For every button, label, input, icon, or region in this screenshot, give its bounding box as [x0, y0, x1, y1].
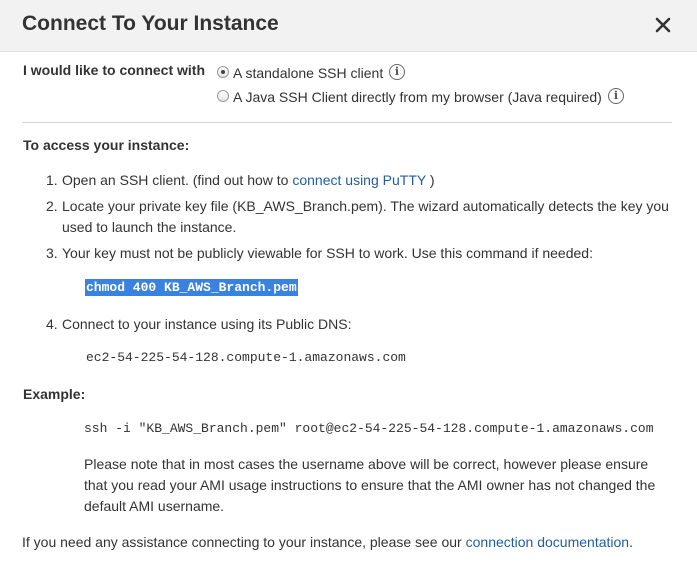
- info-icon[interactable]: i: [389, 64, 405, 80]
- step-number: 4.: [46, 316, 58, 332]
- step-2-line: Locate your private key file (KB_AWS_Bra…: [62, 198, 669, 214]
- note-line: that you read your AMI usage instruction…: [84, 477, 656, 493]
- note-line: Please note that in most cases the usern…: [84, 456, 649, 472]
- info-icon[interactable]: i: [608, 88, 624, 104]
- footer-text: If you need any assistance connecting to…: [22, 534, 462, 550]
- example-note: Please note that in most cases the usern…: [84, 454, 655, 517]
- footer-help: If you need any assistance connecting to…: [22, 534, 633, 550]
- note-line: default AMI username.: [84, 498, 225, 514]
- example-command[interactable]: ssh -i "KB_AWS_Branch.pem" root@ec2-54-2…: [84, 421, 654, 436]
- chmod-command-text[interactable]: chmod 400 KB_AWS_Branch.pem: [85, 279, 298, 296]
- radio-java-ssh[interactable]: [217, 90, 229, 102]
- step-number: 3.: [46, 245, 58, 261]
- close-icon[interactable]: [652, 14, 674, 36]
- step-1: Open an SSH client. (find out how to con…: [62, 172, 435, 188]
- step-2-line: used to launch the instance.: [62, 219, 237, 235]
- step-1-suffix: ): [429, 172, 435, 188]
- step-2: Locate your private key file (KB_AWS_Bra…: [62, 196, 669, 238]
- step-3-text: Your key must not be publicly viewable f…: [62, 245, 593, 261]
- option-standalone-ssh-label[interactable]: A standalone SSH client: [233, 65, 383, 81]
- connect-with-label: I would like to connect with: [23, 62, 206, 78]
- step-1-text: Open an SSH client. (find out how to: [62, 172, 289, 188]
- footer-suffix: .: [629, 534, 633, 550]
- option-java-ssh-label[interactable]: A Java SSH Client directly from my brows…: [233, 89, 602, 105]
- divider: [22, 122, 672, 123]
- dialog-title: Connect To Your Instance: [22, 12, 279, 35]
- step-number: 1.: [46, 172, 58, 188]
- radio-standalone-ssh[interactable]: [217, 66, 229, 78]
- chmod-command[interactable]: chmod 400 KB_AWS_Branch.pem: [85, 279, 298, 296]
- dialog-header: Connect To Your Instance: [0, 0, 697, 52]
- connection-documentation-link[interactable]: connection documentation: [466, 534, 629, 550]
- example-heading: Example:: [23, 386, 86, 402]
- access-heading: To access your instance:: [23, 137, 190, 153]
- step-number: 2.: [46, 198, 58, 214]
- putty-link[interactable]: connect using PuTTY: [292, 172, 426, 188]
- public-dns[interactable]: ec2-54-225-54-128.compute-1.amazonaws.co…: [86, 350, 406, 365]
- step-4-text: Connect to your instance using its Publi…: [62, 316, 352, 332]
